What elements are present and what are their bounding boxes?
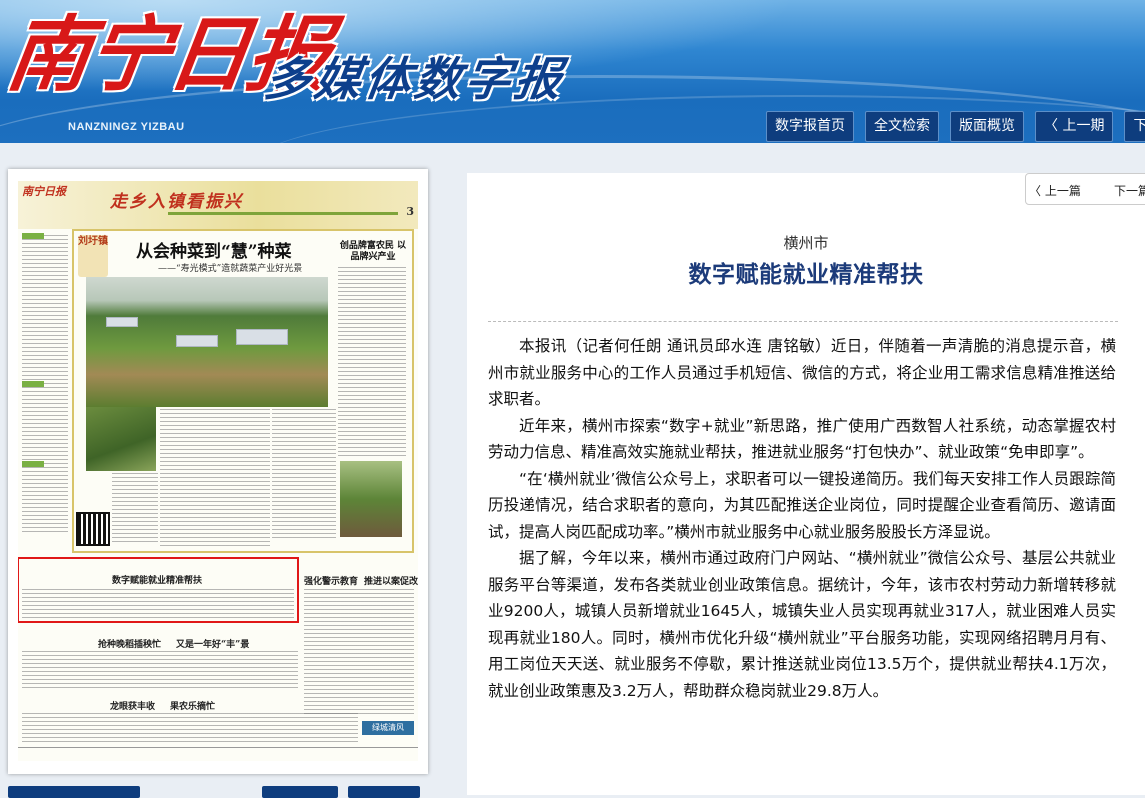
article-paragraph: 据了解，今年以来，横州市通过政府门户网站、“横州就业”微信公众号、基层公共就业服… bbox=[488, 549, 1116, 700]
side-article-title[interactable]: 创品牌富农民 以品牌兴产业 bbox=[338, 241, 408, 263]
qr-code bbox=[76, 512, 110, 546]
farmer-photo bbox=[340, 461, 402, 537]
article-title[interactable]: 果农乐摘忙 bbox=[170, 699, 215, 712]
page-text-column[interactable] bbox=[338, 267, 406, 457]
page-text-column[interactable] bbox=[272, 409, 336, 539]
previous-issue-button[interactable]: 〈 上一期 bbox=[1035, 111, 1114, 142]
section-tag bbox=[22, 461, 44, 467]
page-text-column[interactable] bbox=[112, 473, 158, 543]
header-nav: 数字报首页 全文检索 版面概览 〈 上一期 下一 bbox=[766, 111, 1145, 142]
bottom-page-button[interactable] bbox=[8, 786, 140, 798]
page-text-column[interactable] bbox=[22, 589, 294, 619]
highlighted-article-title[interactable]: 数字赋能就业精准帮扶 bbox=[112, 573, 202, 586]
home-button[interactable]: 数字报首页 bbox=[766, 111, 854, 142]
article-title[interactable]: 抢种晚稻插秧忙 bbox=[98, 637, 161, 650]
feature-headline[interactable]: 从会种菜到“慧”种菜 bbox=[136, 237, 292, 262]
newspaper-logo-pinyin: NANZNINGZ YIZBAU bbox=[68, 121, 185, 133]
title-divider bbox=[488, 321, 1118, 322]
bottom-page-button[interactable] bbox=[348, 786, 420, 798]
article-kicker: 横州市 bbox=[783, 234, 829, 252]
site-header: 南宁日报 多媒体数字报 NANZNINGZ YIZBAU 数字报首页 全文检索 … bbox=[0, 0, 1145, 143]
farm-aerial-photo bbox=[86, 277, 328, 407]
vegetable-field-photo bbox=[86, 407, 156, 471]
article-paragraph: “在‘横州就业’微信公众号上，求职者可以一键投递简历。我们每天安排工作人员跟踪简… bbox=[488, 469, 1116, 541]
page-logo: 南宁日报 bbox=[22, 185, 66, 198]
next-issue-button[interactable]: 下一 bbox=[1124, 111, 1145, 142]
page-text-column[interactable] bbox=[160, 409, 270, 549]
full-text-search-button[interactable]: 全文检索 bbox=[865, 111, 939, 142]
page-text-column[interactable] bbox=[304, 589, 414, 717]
newspaper-logo-subtitle: 多媒体数字报 bbox=[261, 52, 569, 106]
article-title[interactable]: 龙眼获丰收 bbox=[110, 699, 155, 712]
previous-article-link[interactable]: 〈 上一篇 bbox=[1029, 182, 1081, 199]
article-pager: 〈 上一篇 下一篇 bbox=[1025, 173, 1145, 205]
newspaper-page-image[interactable]: 南宁日报 走乡入镇看振兴 3 刘圩镇 从会种菜到“慧”种菜 ——“寿光模式”造就… bbox=[18, 181, 418, 761]
article-title[interactable]: 强化警示教育 bbox=[304, 574, 358, 587]
page-overview-button[interactable]: 版面概览 bbox=[950, 111, 1024, 142]
page-text-column[interactable] bbox=[22, 651, 298, 691]
bottom-page-button[interactable] bbox=[262, 786, 338, 798]
page-banner-rule bbox=[168, 212, 398, 215]
page-text-column[interactable] bbox=[22, 713, 358, 743]
feature-subheadline: ——“寿光模式”造就蔬菜产业好光景 bbox=[158, 264, 303, 274]
page-banner-title: 走乡入镇看振兴 bbox=[110, 192, 243, 212]
article-title[interactable]: 又是一年好“丰”景 bbox=[176, 637, 249, 650]
article-paragraph: 近年来，横州市探索“数字+就业”新思路，推广使用广西数智人社系统，动态掌握农村劳… bbox=[488, 416, 1116, 462]
town-seal: 刘圩镇 bbox=[78, 235, 108, 277]
section-tag bbox=[22, 381, 44, 387]
article-body: 本报讯（记者何任朗 通讯员邱水连 唐铭敏）近日，伴随着一声清脆的消息提示音，横州… bbox=[488, 333, 1116, 704]
next-article-link[interactable]: 下一篇 bbox=[1114, 182, 1145, 199]
article-title: 数字赋能就业精准帮扶 bbox=[688, 262, 924, 288]
page-number: 3 bbox=[406, 205, 414, 218]
column-badge: 绿城清风 bbox=[362, 721, 414, 735]
article-title[interactable]: 推进以案促改 bbox=[364, 574, 418, 587]
article-paragraph: 本报讯（记者何任朗 通讯员邱水连 唐铭敏）近日，伴随着一声清脆的消息提示音，横州… bbox=[488, 337, 1116, 408]
page-footer-rule bbox=[18, 747, 418, 748]
page-thumbnail-frame: 南宁日报 走乡入镇看振兴 3 刘圩镇 从会种菜到“慧”种菜 ——“寿光模式”造就… bbox=[8, 169, 428, 774]
section-tag bbox=[22, 233, 44, 239]
